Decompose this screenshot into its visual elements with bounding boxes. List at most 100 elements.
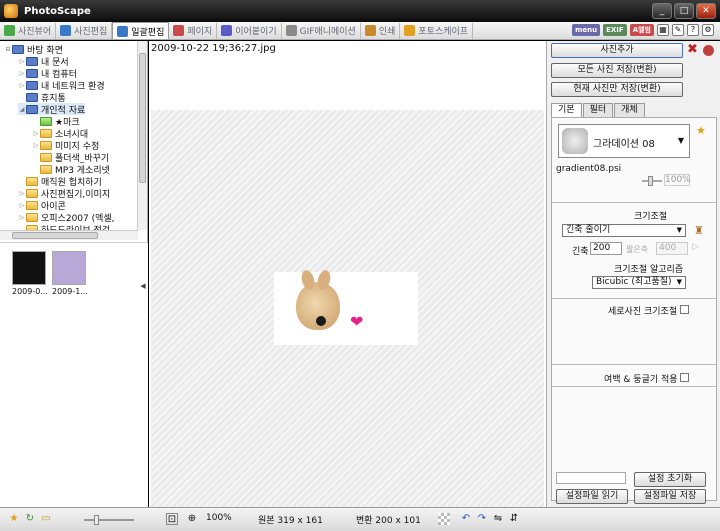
settings-name-field[interactable] bbox=[556, 472, 626, 484]
tree-item[interactable]: ◢ 개인적 자료 bbox=[18, 103, 86, 116]
folder-icon[interactable]: ▭ bbox=[40, 513, 52, 525]
tab-4[interactable]: 이어붙이기 bbox=[217, 22, 282, 39]
tab-5[interactable]: GIF애니메이션 bbox=[282, 22, 361, 39]
save-settings-button[interactable]: 설정파일 저장 bbox=[634, 489, 706, 504]
refresh-icon[interactable]: ↻ bbox=[24, 513, 36, 525]
folder-icon bbox=[40, 128, 52, 138]
tab-icon bbox=[364, 25, 376, 36]
tab-3[interactable]: 페이지 bbox=[169, 22, 218, 39]
expand-icon[interactable]: ⊟ bbox=[4, 46, 12, 53]
pencil-icon[interactable]: ✎ bbox=[672, 24, 684, 36]
tree-item[interactable]: ▷ 미미지 수정 bbox=[32, 139, 99, 152]
folder-tree: ⊟ 바탕 화면 ▷ 내 문서 ▷ 내 컴퓨터 ▷ 내 네트워크 환경 휴지통 ◢ 개인적 자료 ★마크… bbox=[0, 41, 138, 230]
resize-mode-value: 긴축 줄이기 bbox=[566, 225, 611, 235]
tree-item[interactable]: ▷ 오피스2007 (엑셀, bbox=[18, 211, 115, 224]
rotate-left-icon[interactable]: ↶ bbox=[460, 513, 472, 525]
expand-icon[interactable]: ▷ bbox=[32, 142, 40, 149]
expand-icon[interactable]: ▷ bbox=[18, 190, 26, 197]
expand-icon[interactable]: ▷ bbox=[18, 70, 26, 77]
remove-photo-icon[interactable]: ✖ bbox=[687, 43, 698, 56]
tree-item[interactable]: MP3 게소리넷 bbox=[32, 163, 110, 176]
tree-item[interactable]: ▷ 내 컴퓨터 bbox=[18, 67, 77, 80]
remove-all-icon[interactable] bbox=[703, 45, 714, 56]
expand-icon[interactable]: ▷ bbox=[18, 82, 26, 89]
tree-item[interactable]: ▷ 내 네트워크 환경 bbox=[18, 79, 105, 92]
flip-vertical-icon[interactable]: ⇵ bbox=[508, 513, 520, 525]
expand-icon[interactable]: ▷ bbox=[18, 202, 26, 209]
expand-icon[interactable]: ▷ bbox=[32, 130, 40, 137]
expand-icon[interactable]: ▷ bbox=[18, 214, 26, 221]
panel-collapse-icon[interactable]: ◀ bbox=[138, 276, 148, 296]
minimize-button[interactable]: _ bbox=[652, 3, 672, 19]
divider bbox=[552, 386, 716, 387]
frame-file-name: gradient08.psi bbox=[556, 164, 622, 174]
thumbnail-item[interactable]: 2009-0... bbox=[12, 251, 48, 296]
tree-item[interactable]: 폴더색_바꾸기 bbox=[32, 151, 109, 164]
album-button[interactable]: A엘범 bbox=[629, 24, 654, 36]
settings-panel: 사진추가 ✖ 모든 사진 저장(변환) 현재 사진만 저장(변환) 기본 필터 개체… bbox=[546, 41, 720, 507]
load-settings-button[interactable]: 설정파일 읽기 bbox=[556, 489, 628, 504]
menu-button[interactable]: menu bbox=[572, 24, 601, 36]
short-side-input[interactable]: 400 bbox=[656, 242, 688, 255]
margin-round-checkbox[interactable] bbox=[680, 373, 689, 382]
folder-icon bbox=[26, 56, 38, 66]
resize-mode-select[interactable]: 긴축 줄이기 ▼ bbox=[562, 224, 686, 237]
tree-item[interactable]: 휴지통 bbox=[18, 91, 66, 104]
tree-item[interactable]: ▷ 내 문서 bbox=[18, 55, 69, 68]
tree-item[interactable]: 하드드라이브 점검 bbox=[18, 223, 110, 230]
favorite-star-icon[interactable]: ★ bbox=[696, 124, 706, 137]
tree-horizontal-scrollbar[interactable] bbox=[0, 230, 138, 240]
tree-item[interactable]: ▷ 소녀시대 bbox=[32, 127, 88, 140]
current-filename: 2009-10-22 19;36;27.jpg bbox=[151, 43, 276, 54]
settings-icon[interactable]: ⚙ bbox=[702, 24, 714, 36]
subtab-1[interactable]: 필터 bbox=[582, 103, 614, 117]
maximize-button[interactable]: □ bbox=[674, 3, 694, 19]
tree-item[interactable]: ▷ 사진편집기,이미지 bbox=[18, 187, 110, 200]
long-side-input[interactable]: 200 bbox=[590, 242, 622, 255]
thumbnail-item[interactable]: 2009-1... bbox=[52, 251, 88, 296]
tab-0[interactable]: 사진뷰어 bbox=[0, 22, 57, 39]
calendar-icon[interactable]: ▦ bbox=[657, 24, 669, 36]
reset-settings-button[interactable]: 설정 초기화 bbox=[634, 472, 706, 487]
expand-icon[interactable]: ◢ bbox=[18, 106, 26, 113]
tab-label: 인쇄 bbox=[378, 27, 396, 37]
expand-icon[interactable]: ▷ bbox=[18, 58, 26, 65]
tab-1[interactable]: 사진편집 bbox=[56, 22, 113, 39]
exif-button[interactable]: EXIF bbox=[603, 24, 627, 36]
tree-item[interactable]: ⊟ 바탕 화면 bbox=[4, 43, 63, 56]
main-tabbar: 사진뷰어 사진편집 일괄편집 페이지 이어붙이기 GIF애니메이션 인쇄 포토스케이프 men… bbox=[0, 22, 720, 40]
tree-vertical-scrollbar[interactable] bbox=[137, 41, 147, 230]
vertical-resize-checkbox[interactable] bbox=[680, 305, 689, 314]
fit-window-icon[interactable]: ⊡ bbox=[166, 513, 178, 525]
help-icon[interactable]: ? bbox=[687, 24, 699, 36]
tree-item[interactable]: ▷ 아이콘 bbox=[18, 199, 66, 212]
tree-item[interactable]: ★마크 bbox=[32, 115, 80, 128]
link-ratio-icon[interactable]: ▷ bbox=[692, 242, 699, 252]
zoom-icon[interactable]: ⊕ bbox=[186, 513, 198, 525]
tab-6[interactable]: 인쇄 bbox=[361, 22, 401, 39]
favorite-star-icon[interactable]: ★ bbox=[8, 513, 20, 525]
resize-algorithm-value: Bicubic (최고품질) bbox=[596, 277, 672, 287]
transparency-icon[interactable] bbox=[438, 513, 450, 525]
folder-icon bbox=[26, 212, 38, 222]
thumbnail-size-slider[interactable] bbox=[84, 515, 134, 525]
save-current-button[interactable]: 현재 사진만 저장(변환) bbox=[551, 82, 683, 97]
resize-algorithm-select[interactable]: Bicubic (최고품질) ▼ bbox=[592, 276, 686, 289]
frame-opacity-slider[interactable] bbox=[642, 176, 662, 186]
rotate-right-icon[interactable]: ↷ bbox=[476, 513, 488, 525]
tab-icon bbox=[117, 25, 129, 37]
resize-preset-icon[interactable]: ♜ bbox=[694, 224, 704, 237]
add-photo-button[interactable]: 사진추가 bbox=[551, 43, 683, 58]
tree-item[interactable]: 매직원 헙치하기 bbox=[18, 175, 102, 188]
frame-select[interactable]: 그라데이션 08 ▼ bbox=[558, 124, 690, 158]
preview-canvas[interactable]: ❤ bbox=[151, 110, 544, 507]
close-button[interactable]: ✕ bbox=[696, 3, 716, 19]
subtab-2[interactable]: 개체 bbox=[614, 103, 645, 117]
tab-7[interactable]: 포토스케이프 bbox=[400, 22, 474, 39]
tab-2[interactable]: 일괄편집 bbox=[112, 22, 170, 39]
tab-label: 사진편집 bbox=[74, 27, 108, 37]
tab-icon bbox=[404, 25, 416, 36]
save-all-button[interactable]: 모든 사진 저장(변환) bbox=[551, 63, 683, 78]
subtab-0[interactable]: 기본 bbox=[551, 103, 582, 117]
flip-horizontal-icon[interactable]: ⇋ bbox=[492, 513, 504, 525]
